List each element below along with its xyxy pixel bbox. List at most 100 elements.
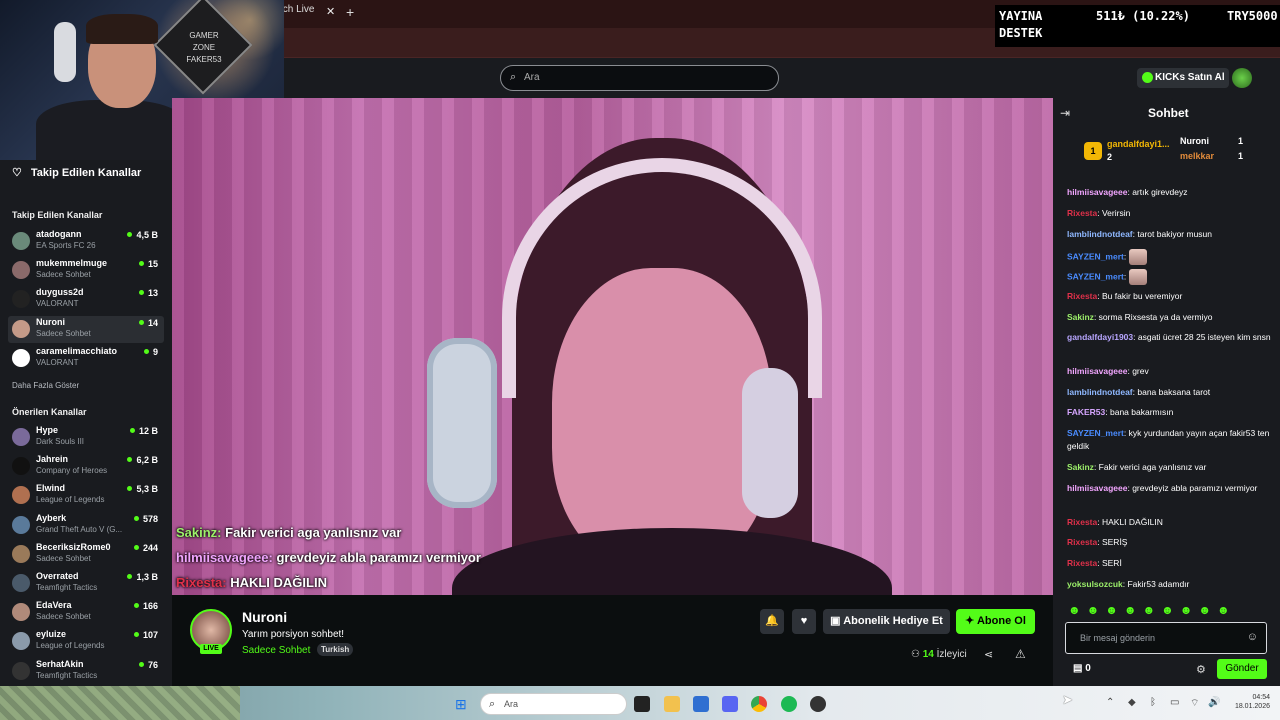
sidebar-channel-atadogann[interactable]: atadogann EA Sports FC 26 4,5 B	[8, 228, 164, 255]
chat-username[interactable]: hilmiisavageee	[1067, 187, 1127, 197]
chat-text: : grevdeyiz abla paramızı vermiyor	[1127, 483, 1258, 493]
sidebar-channel-overrated[interactable]: Overrated Teamfight Tactics 1,3 B	[8, 570, 164, 597]
channel-avatar	[12, 319, 30, 338]
send-button[interactable]: Gönder	[1217, 659, 1267, 679]
chat-message[interactable]: SAYZEN_mert:	[1067, 269, 1272, 285]
task-view-icon[interactable]	[634, 696, 650, 712]
donation-overlay: YAYINA DESTEK 511₺ (10.22%) TRY5000	[995, 5, 1280, 47]
sidebar-channel-ayberk[interactable]: Ayberk Grand Theft Auto V (G... 578	[8, 512, 164, 539]
chat-message[interactable]: FAKER53: bana bakarmısın	[1067, 406, 1272, 419]
file-explorer-icon[interactable]	[664, 696, 680, 712]
sidebar-channel-eyluize[interactable]: eyluize League of Legends 107	[8, 628, 164, 655]
chat-message[interactable]: Rixesta: SERİŞ	[1067, 536, 1272, 549]
new-tab-button[interactable]: +	[346, 4, 354, 20]
chat-text: : artık girevdeyz	[1127, 187, 1188, 197]
chat-username[interactable]: Rixesta	[1067, 208, 1097, 218]
gear-icon[interactable]: ⚙	[1196, 663, 1206, 676]
chat-message[interactable]: SAYZEN_mert:	[1067, 249, 1272, 265]
chat-message[interactable]: Rixesta: HAKLI DAĞILIN	[1067, 516, 1272, 529]
chat-message[interactable]: yoksulsozcuk: Fakir53 adamdır	[1067, 578, 1272, 591]
channel-category: Grand Theft Auto V (G...	[36, 524, 123, 534]
chat-message[interactable]: lamblindnotdeaf: bana baksana tarot	[1067, 386, 1272, 399]
viewer-count: ⚇ 14 İzleyici	[911, 649, 967, 660]
chat-message-input[interactable]: Bir mesaj gönderin ☺	[1065, 622, 1267, 654]
chrome-icon[interactable]	[751, 696, 767, 712]
sidebar-channel-caramelimacchiato[interactable]: caramelimacchiato VALORANT 9	[8, 345, 164, 372]
gamer-zone-sign-text: GAMER ZONE FAKER53	[186, 31, 222, 64]
gift-subscription-button[interactable]: ▣ Abonelik Hediye Et	[823, 609, 950, 634]
user-avatar[interactable]	[1232, 68, 1252, 88]
sidebar-channel-edavera[interactable]: EdaVera Sadece Sohbet 166	[8, 599, 164, 626]
store-icon[interactable]	[693, 696, 709, 712]
share-icon[interactable]: ⋖	[984, 648, 993, 661]
taskbar-clock[interactable]: 04:54 18.01.2026	[1226, 693, 1270, 711]
chat-username[interactable]: SAYZEN_mert	[1067, 251, 1124, 261]
donation-amount: 511₺ (10.22%)	[1096, 9, 1190, 23]
obs-icon[interactable]	[810, 696, 826, 712]
channel-points[interactable]: ▤ 0	[1073, 663, 1091, 674]
search-input[interactable]: ⌕ Ara	[500, 65, 779, 91]
sidebar-channel-hype[interactable]: Hype Dark Souls III 12 B	[8, 424, 164, 451]
chat-username[interactable]: lamblindnotdeaf	[1067, 229, 1133, 239]
chat-username[interactable]: Rixesta	[1067, 537, 1097, 547]
discord-icon[interactable]	[722, 696, 738, 712]
chat-username[interactable]: Rixesta	[1067, 558, 1097, 568]
chat-text: : tarot bakiyor musun	[1132, 229, 1213, 239]
browser-tab[interactable]: tch Live ✕	[280, 4, 342, 24]
chat-username[interactable]: Sakinz	[1067, 462, 1094, 472]
chat-username[interactable]: Rixesta	[1067, 291, 1097, 301]
tab-close-icon[interactable]: ✕	[326, 5, 335, 18]
chat-username[interactable]: lamblindnotdeaf	[1067, 387, 1133, 397]
emoji-icon[interactable]: ☺	[1247, 631, 1258, 643]
chat-message[interactable]: Sakinz: Fakir verici aga yanlısnız var	[1067, 461, 1272, 474]
collapse-chat-icon[interactable]: ⇥	[1060, 106, 1070, 120]
chat-message[interactable]: hilmiisavageee: grevdeyiz abla paramızı …	[1067, 482, 1272, 495]
windows-start-icon[interactable]: ⊞	[455, 696, 467, 713]
chat-message[interactable]: SAYZEN_mert: kyk yurdundan yayın açan fa…	[1067, 427, 1272, 453]
chat-username[interactable]: SAYZEN_mert	[1067, 271, 1124, 281]
notification-bell-icon[interactable]: 🔔	[760, 609, 784, 634]
language-tag[interactable]: Turkish	[317, 643, 354, 656]
chat-username[interactable]: hilmiisavageee	[1067, 366, 1127, 376]
sidebar-channel-serhatakin[interactable]: SerhatAkin Teamfight Tactics 76	[8, 658, 164, 685]
chat-message[interactable]: lamblindnotdeaf: tarot bakiyor musun	[1067, 228, 1272, 241]
chat-username[interactable]: FAKER53	[1067, 407, 1105, 417]
chat-username[interactable]: Rixesta	[1067, 517, 1097, 527]
chat-message[interactable]: Rixesta: Verirsin	[1067, 207, 1272, 220]
chat-message[interactable]: hilmiisavageee: artık girevdeyz	[1067, 186, 1272, 199]
chat-username[interactable]: SAYZEN_mert	[1067, 428, 1124, 438]
chat-username[interactable]: Sakinz	[1067, 312, 1094, 322]
channel-name: Hype	[36, 425, 59, 435]
keyboard-icon[interactable]: ▭	[1170, 697, 1179, 708]
volume-icon[interactable]: 🔊	[1208, 697, 1220, 708]
tray-app-icon[interactable]: ◆	[1128, 697, 1136, 708]
stream-category[interactable]: Sadece Sohbet	[242, 645, 310, 656]
buy-kicks-button[interactable]: KICKs Satın Al	[1137, 68, 1229, 88]
taskbar-search[interactable]: ⌕ Ara	[480, 693, 627, 715]
chat-username[interactable]: gandalfdayi1903	[1067, 332, 1133, 342]
sidebar-channel-duyguss2d[interactable]: duyguss2d VALORANT 13	[8, 286, 164, 313]
followed-channels-header[interactable]: ♡ Takip Edilen Kanallar	[12, 166, 141, 179]
follow-heart-icon[interactable]: ♥	[792, 609, 816, 634]
sidebar-channel-mukemmelmuge[interactable]: mukemmelmuge Sadece Sohbet 15	[8, 257, 164, 284]
network-icon[interactable]: ⌔	[1190, 697, 1199, 710]
sidebar-channel-jahrein[interactable]: Jahrein Company of Heroes 6,2 B	[8, 453, 164, 480]
chevron-up-icon[interactable]: ⌃	[1106, 697, 1114, 708]
subscribe-button[interactable]: ✦ Abone Ol	[956, 609, 1035, 634]
chat-username[interactable]: hilmiisavageee	[1067, 483, 1127, 493]
chat-username[interactable]: yoksulsozcuk	[1067, 579, 1123, 589]
sidebar-channel-elwind[interactable]: Elwind League of Legends 5,3 B	[8, 482, 164, 509]
chat-message[interactable]: gandalfdayi1903: asgati ücret 28 25 iste…	[1067, 331, 1272, 344]
show-more-link[interactable]: Daha Fazla Göster	[12, 381, 79, 390]
chat-message[interactable]: Rixesta: SERİ	[1067, 557, 1272, 570]
report-icon[interactable]: ⚠	[1015, 647, 1026, 661]
chat-message[interactable]: Sakinz: sorma Rixsesta ya da vermiyo	[1067, 311, 1272, 324]
sidebar-channel-beceriksizrome0[interactable]: BeceriksizRome0 Sadece Sohbet 244	[8, 541, 164, 568]
chat-message[interactable]: hilmiisavageee: grev	[1067, 365, 1272, 378]
sidebar-channel-nuroni[interactable]: Nuroni Sadece Sohbet 14	[8, 315, 164, 343]
streamer-name[interactable]: Nuroni	[242, 609, 287, 625]
chat-message[interactable]: Rixesta: Bu fakir bu veremiyor	[1067, 290, 1272, 303]
emote-bar[interactable]: ☻☻☻☻☻☻☻☻☻	[1068, 603, 1264, 617]
bluetooth-icon[interactable]: ᛒ	[1150, 697, 1156, 708]
spotify-icon[interactable]	[781, 696, 797, 712]
